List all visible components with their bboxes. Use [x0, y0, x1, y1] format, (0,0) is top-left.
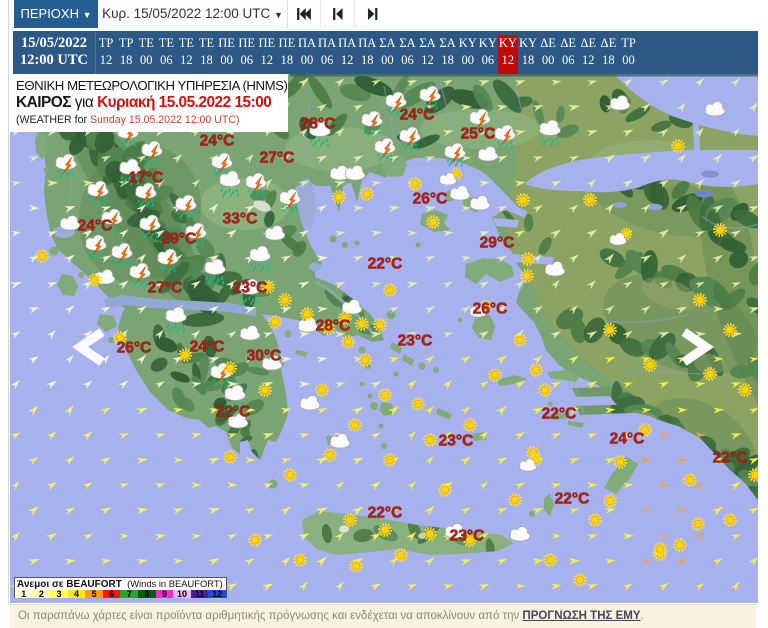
svg-text:22°C: 22°C — [555, 491, 590, 508]
svg-text:24°C: 24°C — [200, 133, 235, 150]
svg-text:23°C: 23°C — [233, 280, 268, 297]
svg-text:28°C: 28°C — [301, 116, 336, 133]
svg-text:22°C: 22°C — [713, 450, 748, 467]
svg-text:29°C: 29°C — [162, 231, 197, 248]
svg-text:26°C: 26°C — [473, 301, 508, 318]
svg-text:22°C: 22°C — [368, 505, 403, 522]
svg-text:24°C: 24°C — [400, 107, 435, 124]
svg-text:24°C: 24°C — [78, 218, 113, 235]
svg-text:26°C: 26°C — [413, 191, 448, 208]
svg-text:33°C: 33°C — [223, 211, 258, 228]
svg-text:25°C: 25°C — [461, 126, 496, 143]
svg-text:22°C: 22°C — [368, 256, 403, 273]
svg-text:30°C: 30°C — [247, 348, 282, 365]
svg-text:27°C: 27°C — [148, 280, 183, 297]
svg-text:23°C: 23°C — [450, 528, 485, 545]
svg-text:22°C: 22°C — [542, 406, 577, 423]
svg-text:24°C: 24°C — [190, 339, 225, 356]
svg-text:26°C: 26°C — [117, 340, 152, 357]
svg-text:27°C: 27°C — [260, 150, 295, 167]
svg-text:28°C: 28°C — [316, 318, 351, 335]
svg-text:29°C: 29°C — [480, 235, 515, 252]
svg-text:24°C: 24°C — [610, 431, 645, 448]
svg-text:22°C: 22°C — [216, 404, 251, 421]
svg-text:17°C: 17°C — [129, 170, 164, 187]
svg-text:23°C: 23°C — [439, 433, 474, 450]
svg-text:23°C: 23°C — [398, 333, 433, 350]
